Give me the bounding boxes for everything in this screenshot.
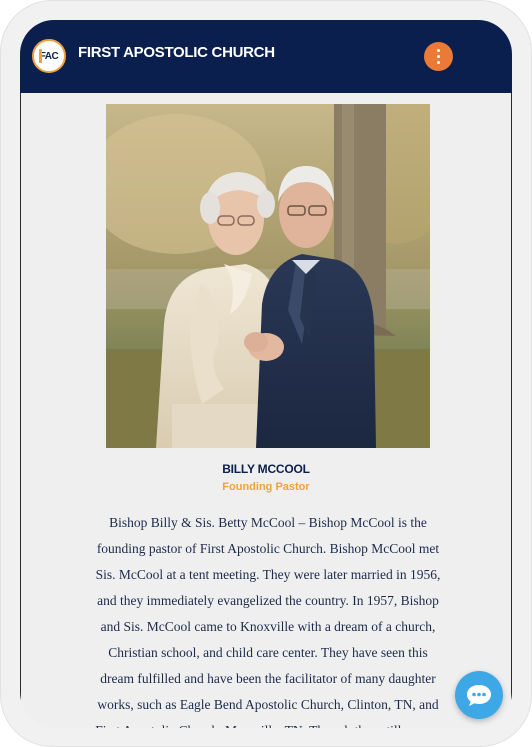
pastor-bio: Bishop Billy & Sis. Betty McCool – Bisho… [95,515,441,728]
page-content: BILLY MCCOOL Founding Pastor Bishop Bill… [20,93,512,728]
kebab-dot [436,54,441,59]
pastor-photo [106,104,430,448]
pastor-name: BILLY MCCOOL [222,462,310,476]
chat-button[interactable] [455,671,503,719]
device-frame: FAC FIRST APOSTOLIC CHURCH BILLY MCCOOL … [0,0,532,747]
logo-mark-icon [39,49,42,63]
kebab-menu-button[interactable] [424,42,453,71]
site-header: FAC FIRST APOSTOLIC CHURCH [20,20,512,93]
pastor-role: Founding Pastor [222,481,310,493]
site-title[interactable]: FIRST APOSTOLIC CHURCH [78,44,275,61]
kebab-dot [436,60,441,65]
screen: FAC FIRST APOSTOLIC CHURCH BILLY MCCOOL … [20,20,512,728]
logo-text: FAC [39,50,59,62]
church-logo[interactable]: FAC [32,39,66,73]
chat-bubble-icon [467,685,491,706]
kebab-menu-icon [436,48,441,53]
